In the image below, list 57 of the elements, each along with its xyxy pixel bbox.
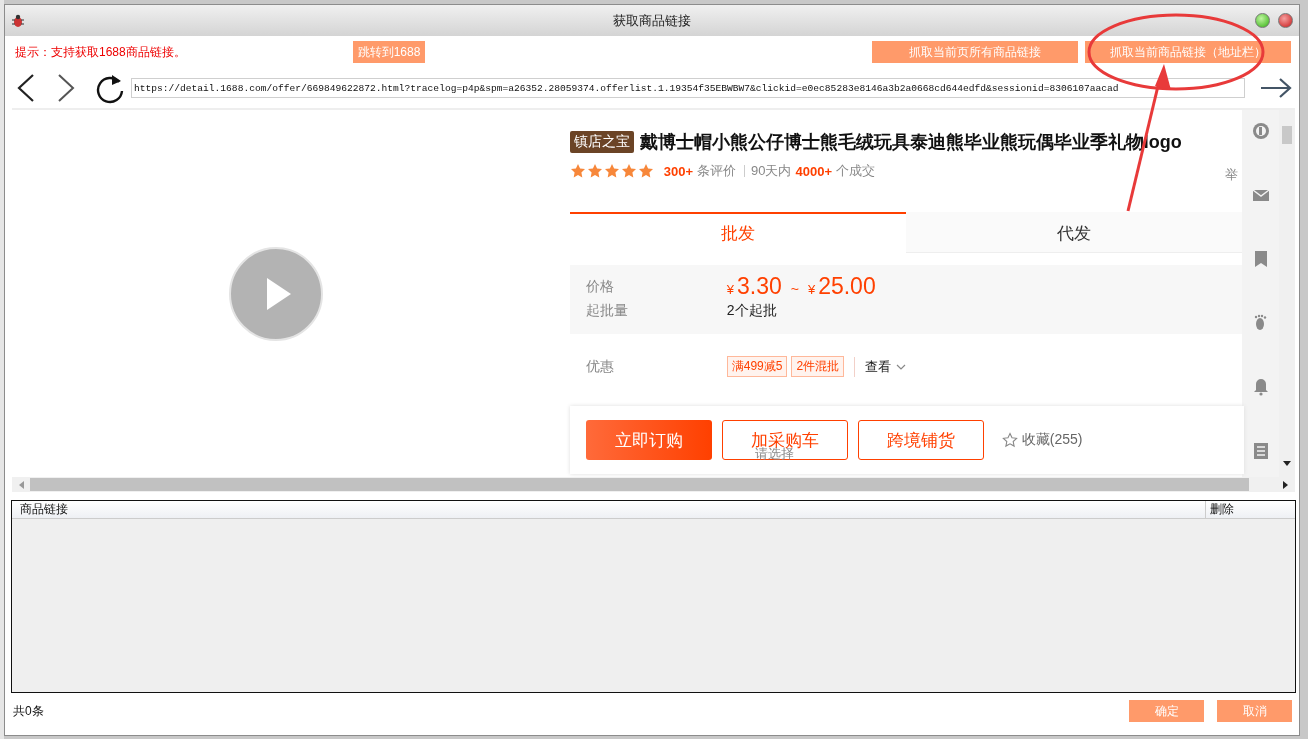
star-icon	[586, 163, 603, 179]
product-title: 戴博士帽小熊公仔博士熊毛绒玩具泰迪熊毕业熊玩偶毕业季礼物logo	[639, 131, 1182, 154]
horizontal-scrollbar[interactable]	[12, 477, 1295, 492]
moq-label: 起批量	[585, 302, 629, 320]
bug-icon	[11, 13, 25, 28]
promo-label: 优惠	[585, 357, 615, 376]
window-title: 获取商品链接	[613, 11, 691, 30]
favorite-link[interactable]: 收藏(255)	[1021, 431, 1083, 449]
confirm-button[interactable]: 确定	[1129, 700, 1204, 722]
price-value: 25.00	[818, 273, 876, 300]
maximize-button[interactable]	[1255, 13, 1270, 28]
chevron-down-icon	[896, 362, 907, 371]
price-value: 3.30	[736, 273, 782, 300]
hint-text: 提示：支持获取1688商品链接。	[15, 43, 187, 61]
promo-tag: 满499减5	[726, 356, 788, 377]
document-icon[interactable]	[1251, 442, 1270, 460]
star-icon	[620, 163, 637, 179]
refresh-icon[interactable]	[95, 72, 125, 104]
scroll-thumb[interactable]	[1282, 126, 1292, 144]
grab-button[interactable]: 抓取当前商品链接（地址栏）	[1085, 41, 1291, 63]
tab[interactable]: 代发	[905, 212, 1243, 253]
column-header: 删除	[1205, 501, 1295, 518]
price-label: 价格	[585, 277, 615, 296]
close-button[interactable]	[1278, 13, 1293, 28]
cancel-button[interactable]: 取消	[1217, 700, 1292, 722]
column-header: 商品链接	[19, 501, 69, 518]
currency-sign: ¥	[807, 282, 816, 297]
report-link[interactable]: 举	[1225, 166, 1239, 184]
address-field[interactable]: https://detail.1688.com/offer/669849622872.html?tracelog=p4p&spm=a26352.28059374.offerlist.1.19354f35EBWBW7&clickid=e0ec85283e8146a3b2a0668cd644edfd&sessionid=8306107aacad	[131, 78, 1245, 98]
profile-icon[interactable]	[1251, 122, 1270, 140]
row-count: 共0条	[13, 702, 44, 720]
scroll-thumb[interactable]	[30, 478, 1249, 491]
select-hint: 请选择	[754, 446, 794, 463]
scroll-left-icon[interactable]	[18, 480, 24, 489]
star-icon	[569, 163, 586, 179]
moq-value: 2个起批	[726, 302, 777, 320]
star-icon	[637, 163, 654, 179]
scroll-right-icon[interactable]	[1283, 480, 1289, 489]
review-label: 条评价	[697, 162, 736, 180]
currency-sign: ¥	[726, 282, 734, 297]
go-arrow-icon[interactable]	[1259, 76, 1293, 100]
period-label: 90天内	[751, 162, 792, 180]
scroll-down-icon[interactable]	[1283, 461, 1291, 467]
promo-tag: 2件混批	[791, 356, 845, 377]
play-button-icon[interactable]	[228, 246, 323, 341]
range-separator: ~	[790, 281, 799, 297]
star-icon	[603, 163, 620, 179]
star-outline-icon	[1001, 432, 1018, 448]
product-badge: 镇店之宝	[569, 131, 634, 153]
review-count: 300+	[663, 163, 693, 179]
order-button[interactable]: 立即订购	[585, 420, 712, 460]
deal-label: 个成交	[836, 162, 875, 180]
jump-button[interactable]: 跳转到1688	[353, 41, 425, 63]
deal-count: 4000+	[795, 163, 832, 179]
distribute-button[interactable]: 跨境铺货	[857, 420, 984, 460]
grab-button[interactable]: 抓取当前页所有商品链接	[872, 41, 1078, 63]
view-more-link[interactable]: 查看	[865, 357, 892, 376]
